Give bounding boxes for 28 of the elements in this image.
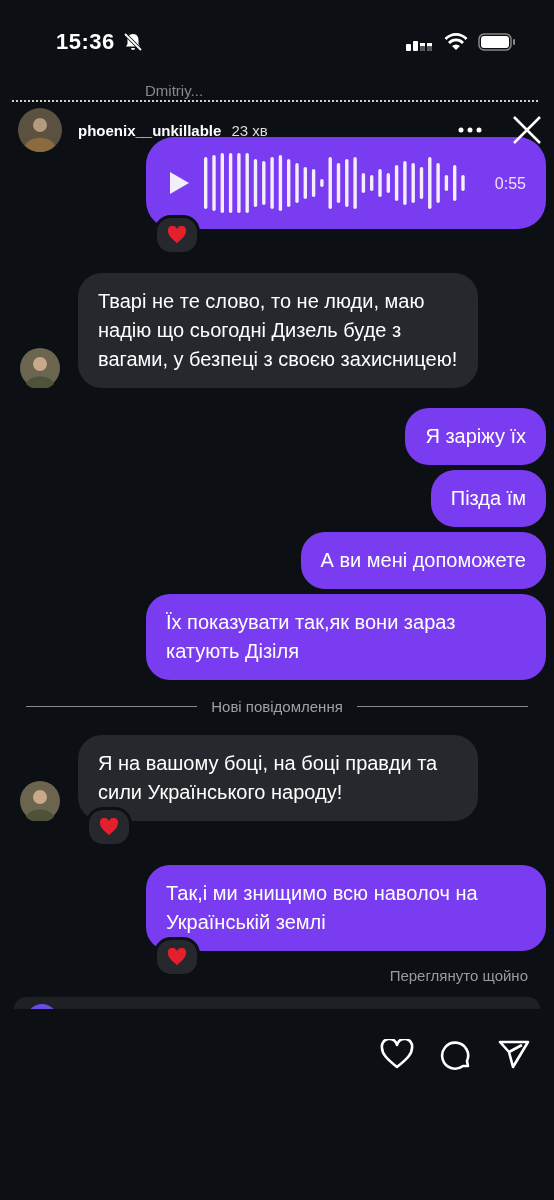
signal-icon [406,33,434,51]
message-bubble: А ви мені допоможете [300,532,546,589]
heart-icon[interactable] [380,1039,414,1069]
message-bubble: Я на вашому боці, на боці правди та сили Українського народу! [78,735,478,821]
message-bubble: Пізда їм [430,470,546,527]
avatar-icon [20,348,60,388]
avatar-icon [20,781,60,821]
voice-duration: 0:55 [494,173,526,194]
battery-icon [478,33,516,51]
comment-icon[interactable] [440,1039,472,1071]
username[interactable]: phoenix__unkillable [78,121,222,139]
more-icon[interactable] [458,127,482,133]
play-icon[interactable] [168,171,190,195]
message-bubble: Я заріжу їх [405,408,546,465]
contact-name: Dmitriy... [145,82,204,99]
send-icon[interactable] [498,1039,530,1069]
clock-time: 15:36 [56,29,115,55]
seen-status: Переглянуто щойно [389,967,528,984]
message-bubble: Їх показувати так,як вони зараз катують Дізіля [146,594,546,680]
message-bubble: Тварі не те слово, то не люди, маю надію що сьогодні Дизель буде з вагами, у безпеці з своєю захисницею! [78,273,478,388]
new-messages-label: Нові повідомлення [211,698,343,715]
wifi-icon [444,33,468,51]
close-icon[interactable] [512,115,542,145]
avatar-icon[interactable] [18,108,62,152]
voice-message[interactable]: 0:55 [146,137,546,229]
message-bubble: Так,і ми знищимо всю наволоч на Українській землі [146,865,546,951]
story-time: 23 хв [231,121,268,139]
message-field[interactable] [14,997,540,1009]
